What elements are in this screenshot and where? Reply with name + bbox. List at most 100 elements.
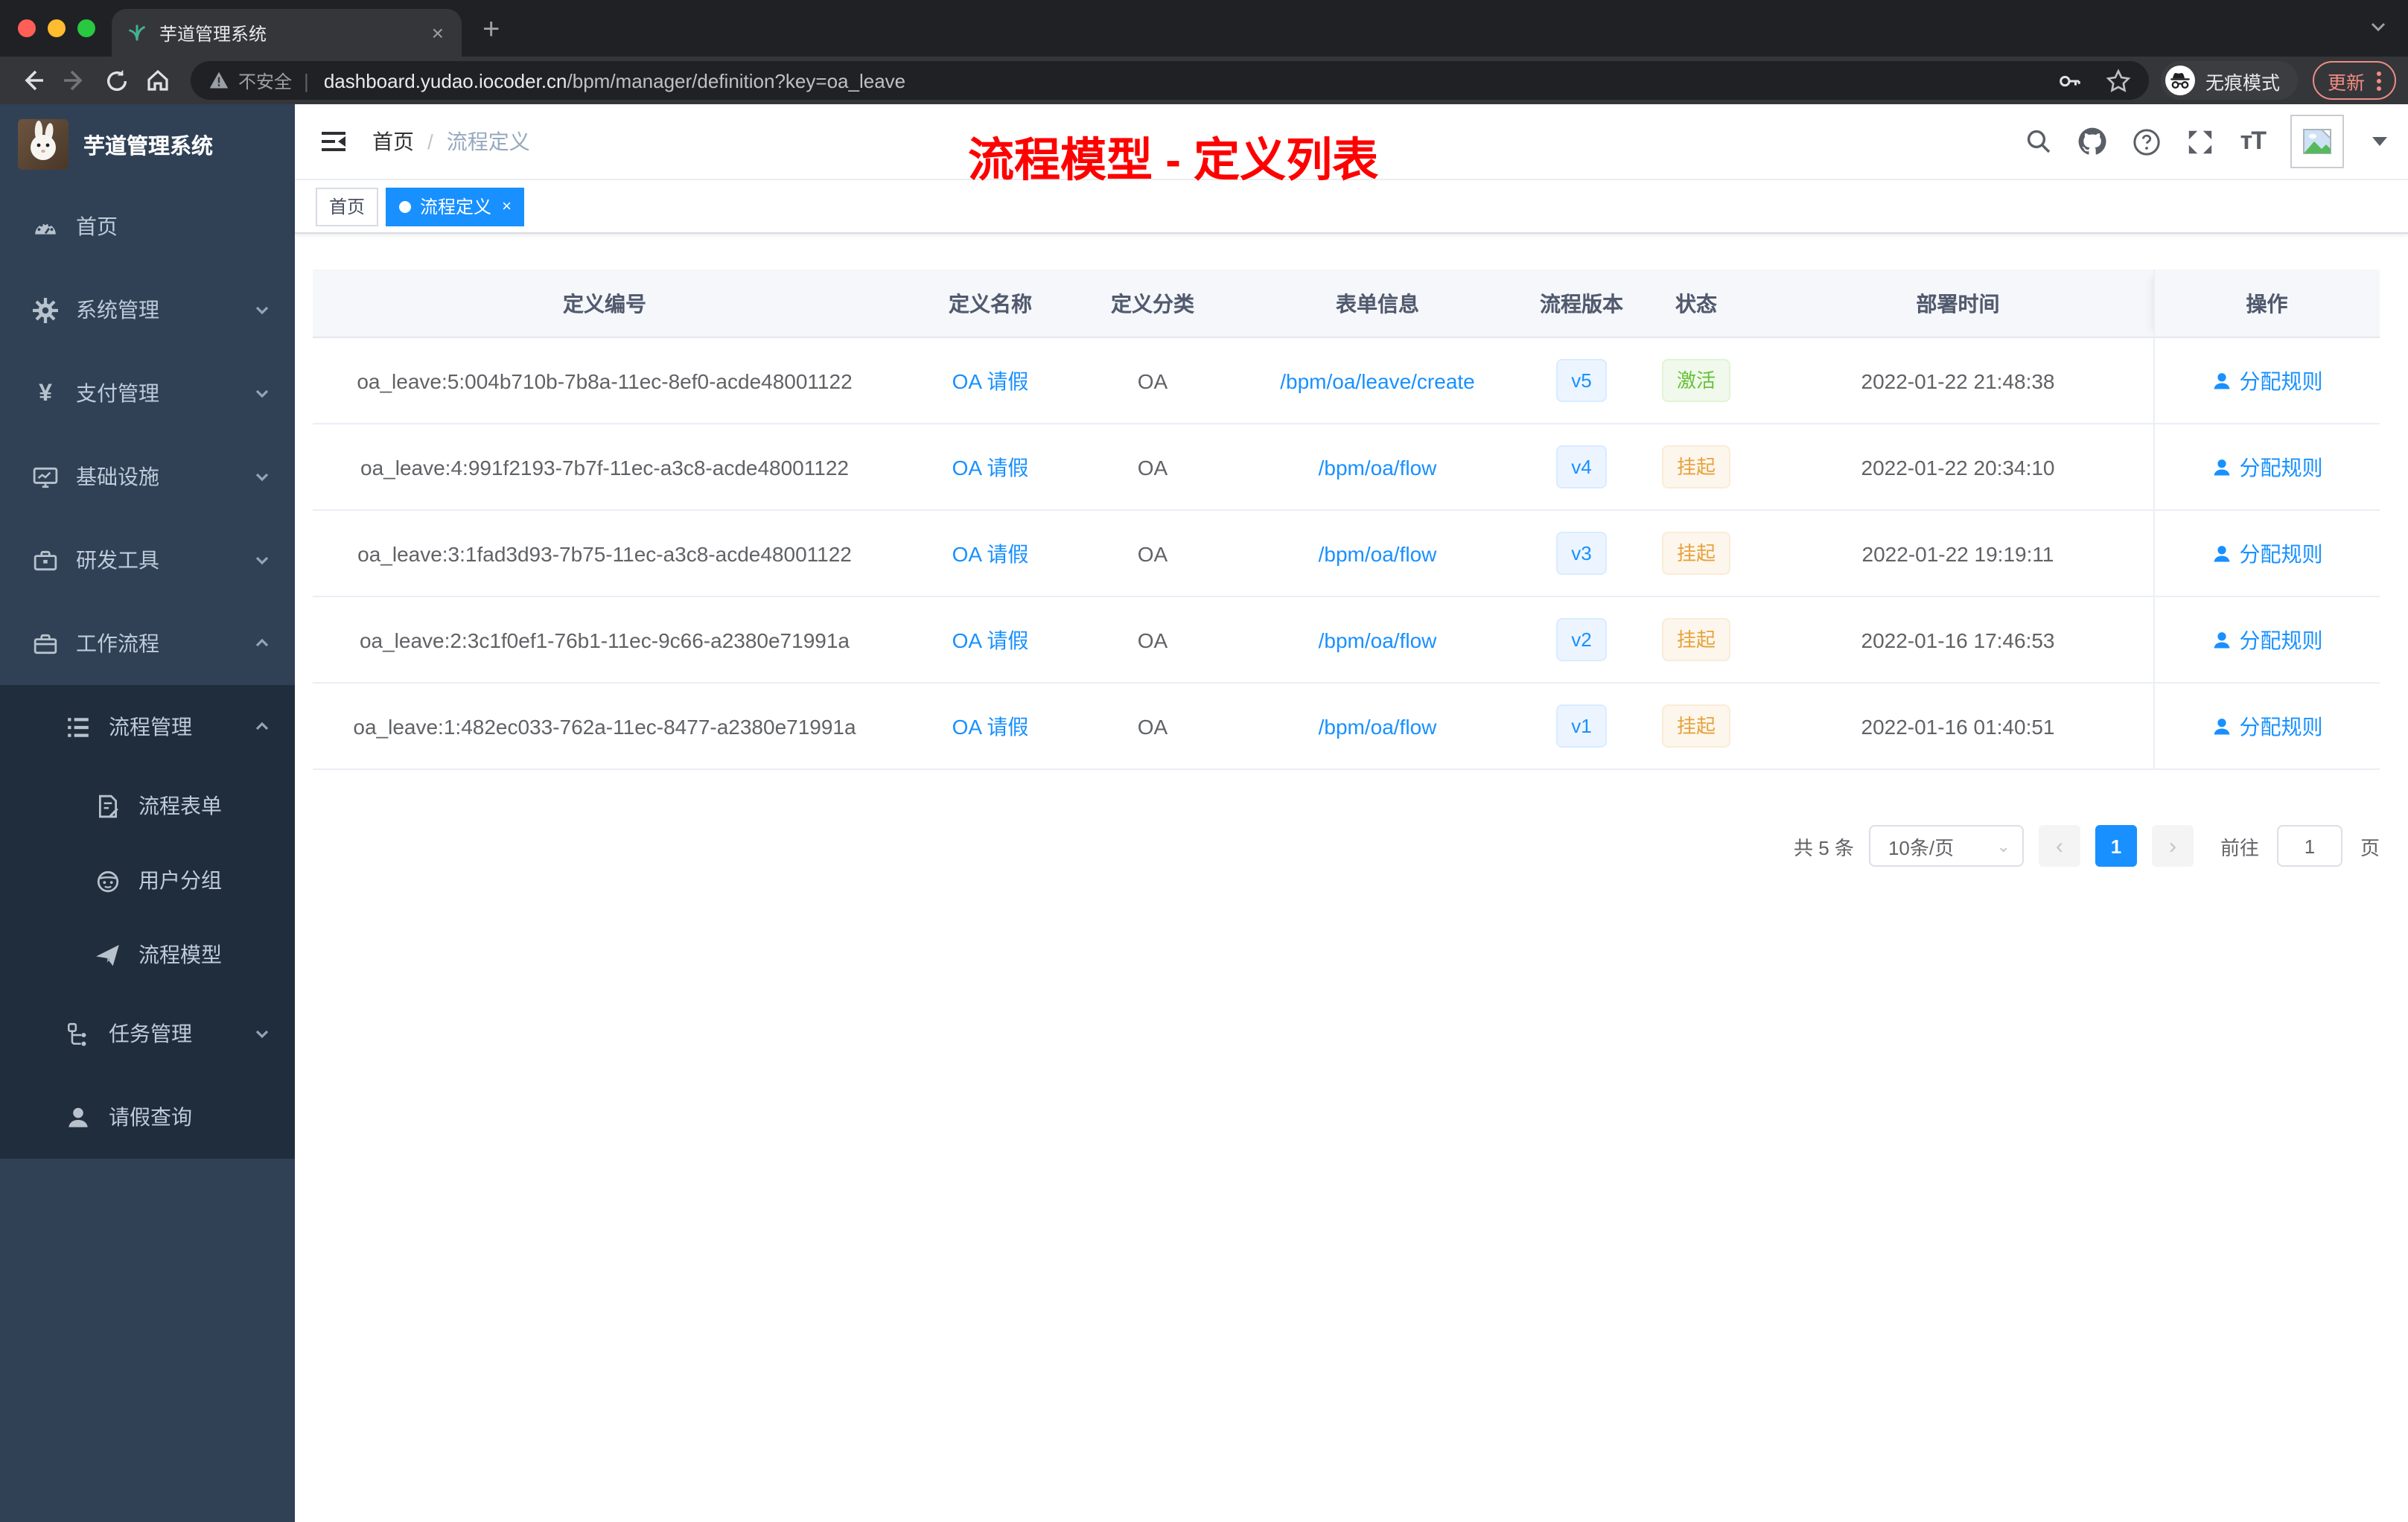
url-text: dashboard.yudao.iocoder.cn/bpm/manager/d… (324, 69, 2057, 92)
sidebar-item-process-management[interactable]: 流程管理 (0, 685, 295, 768)
search-icon[interactable] (2026, 128, 2053, 155)
back-button[interactable] (12, 61, 54, 100)
pagination: 共 5 条 10条/页 ⌄ ‹ 1 › 前往 1 页 (313, 825, 2380, 867)
bookmark-star-icon[interactable] (2106, 68, 2131, 93)
definition-name-link[interactable]: OA 请假 (952, 455, 1029, 479)
sidebar-item-process-model[interactable]: 流程模型 (0, 917, 295, 992)
browser-menu-icon[interactable] (2377, 71, 2381, 90)
omnibox-separator: | (304, 69, 309, 92)
monitor-icon (33, 466, 58, 488)
table-row: oa_leave:3:1fad3d93-7b75-11ec-a3c8-acde4… (313, 510, 2380, 597)
window-maximize-button[interactable] (77, 19, 95, 37)
sidebar-item-infra[interactable]: 基础设施 (0, 435, 295, 518)
chevron-down-icon (255, 306, 269, 315)
url-domain: dashboard.yudao.iocoder.cn (323, 69, 567, 92)
sidebar-toggle-hamburger-icon[interactable] (319, 127, 348, 156)
breadcrumb-separator: / (427, 130, 433, 153)
browser-tab-strip: 芋道管理系统 × + (0, 0, 2408, 57)
home-button[interactable] (137, 61, 179, 100)
definition-name-link[interactable]: OA 请假 (952, 714, 1029, 738)
definition-id: oa_leave:4:991f2193-7b7f-11ec-a3c8-acde4… (360, 455, 849, 479)
sidebar-item-home[interactable]: 首页 (0, 185, 295, 268)
toolbox-icon (34, 550, 57, 570)
annotation-title: 流程模型 - 定义列表 (968, 134, 1379, 186)
browser-update-button[interactable]: 更新 (2312, 61, 2396, 100)
sidebar-item-label: 任务管理 (109, 1022, 192, 1045)
password-key-icon[interactable] (2057, 68, 2082, 93)
sidebar-item-devtools[interactable]: 研发工具 (0, 518, 295, 602)
version-badge: v4 (1556, 445, 1607, 488)
form-link[interactable]: /bpm/oa/flow (1319, 628, 1437, 652)
user-icon (69, 1107, 88, 1127)
tab-search-chevron-icon[interactable] (2369, 18, 2387, 36)
sidebar-item-leave-query[interactable]: 请假查询 (0, 1075, 295, 1159)
next-page-button[interactable]: › (2151, 825, 2194, 867)
assign-rule-button[interactable]: 分配规则 (2211, 366, 2323, 395)
definition-table: 定义编号 定义名称 定义分类 表单信息 流程版本 状态 部署时间 操作 oa_l (313, 270, 2380, 770)
page-size-select[interactable]: 10条/页 ⌄ (1868, 825, 2024, 867)
forward-button[interactable] (54, 61, 95, 100)
sidebar-item-payment[interactable]: ¥ 支付管理 (0, 351, 295, 435)
definition-name-link[interactable]: OA 请假 (952, 541, 1029, 565)
status-badge: 激活 (1661, 359, 1730, 402)
reload-button[interactable] (95, 61, 137, 100)
navbar-actions: ᴛT (2026, 115, 2387, 168)
deploy-time: 2022-01-16 17:46:53 (1861, 628, 2055, 652)
address-bar[interactable]: 不安全 | dashboard.yudao.iocoder.cn/bpm/man… (191, 61, 2149, 100)
form-link[interactable]: /bpm/oa/leave/create (1280, 369, 1475, 392)
deploy-time: 2022-01-22 19:19:11 (1861, 541, 2054, 565)
sidebar-item-system[interactable]: 系统管理 (0, 268, 295, 351)
tag-close-icon[interactable]: × (502, 197, 512, 215)
url-path: /bpm/manager/definition?key=oa_leave (567, 69, 906, 92)
tab-close-icon[interactable]: × (429, 21, 447, 45)
sidebar-item-label: 用户分组 (138, 868, 222, 892)
form-link[interactable]: /bpm/oa/flow (1319, 714, 1437, 738)
sidebar-item-task-management[interactable]: 任务管理 (0, 992, 295, 1075)
main-area: 流程模型 - 定义列表 首页 / 流程定义 ᴛT 首页 流程定义 × 定义编号 … (295, 104, 2408, 1522)
form-link[interactable]: /bpm/oa/flow (1319, 541, 1437, 565)
window-close-button[interactable] (18, 19, 36, 37)
assign-rule-button[interactable]: 分配规则 (2211, 452, 2323, 482)
deploy-time: 2022-01-22 20:34:10 (1861, 455, 2055, 479)
help-icon[interactable] (2133, 127, 2162, 156)
user-icon (2214, 545, 2229, 561)
fullscreen-icon[interactable] (2187, 127, 2215, 156)
goto-page-input[interactable]: 1 (2276, 825, 2342, 867)
tag-process-definition[interactable]: 流程定义 × (386, 187, 525, 226)
form-link[interactable]: /bpm/oa/flow (1319, 455, 1437, 479)
avatar[interactable] (2290, 115, 2344, 168)
new-tab-button[interactable]: + (482, 13, 500, 48)
breadcrumb-current: 流程定义 (446, 130, 530, 153)
assign-rule-button[interactable]: 分配规则 (2211, 625, 2323, 655)
github-icon[interactable] (2078, 127, 2108, 156)
current-page-button[interactable]: 1 (2095, 825, 2137, 867)
yen-icon: ¥ (39, 380, 52, 406)
incognito-badge: 无痕模式 (2160, 61, 2298, 100)
prev-page-button[interactable]: ‹ (2038, 825, 2080, 867)
assign-rule-button[interactable]: 分配规则 (2211, 538, 2323, 568)
tag-label: 流程定义 (420, 197, 492, 217)
app-logo: 芋道管理系统 (0, 104, 295, 185)
tag-home[interactable]: 首页 (316, 187, 379, 226)
definition-name-link[interactable]: OA 请假 (952, 628, 1029, 652)
definition-id: oa_leave:2:3c1f0ef1-76b1-11ec-9c66-a2380… (359, 628, 850, 652)
not-secure-warning-icon (209, 71, 229, 89)
col-definition-name: 定义名称 (896, 270, 1084, 338)
avatar-caret-down-icon[interactable] (2372, 137, 2387, 146)
sidebar-item-label: 支付管理 (76, 381, 159, 405)
breadcrumb-home[interactable]: 首页 (372, 127, 414, 156)
sidebar-item-workflow[interactable]: 工作流程 (0, 602, 295, 685)
sidebar-item-user-group[interactable]: 用户分组 (0, 843, 295, 917)
window-minimize-button[interactable] (48, 19, 66, 37)
table-header-row: 定义编号 定义名称 定义分类 表单信息 流程版本 状态 部署时间 操作 (313, 270, 2380, 338)
logo-rabbit-image (18, 119, 69, 170)
assign-rule-button[interactable]: 分配规则 (2211, 711, 2323, 741)
paper-plane-icon (96, 944, 119, 966)
sidebar-item-label: 研发工具 (76, 548, 159, 572)
font-size-icon[interactable]: ᴛT (2240, 127, 2267, 156)
sidebar-item-process-form[interactable]: 流程表单 (0, 768, 295, 843)
table-row: oa_leave:5:004b710b-7b8a-11ec-8ef0-acde4… (313, 337, 2380, 424)
browser-tab[interactable]: 芋道管理系统 × (112, 9, 462, 57)
definition-name-link[interactable]: OA 请假 (952, 369, 1029, 392)
deploy-time: 2022-01-22 21:48:38 (1861, 369, 2055, 392)
